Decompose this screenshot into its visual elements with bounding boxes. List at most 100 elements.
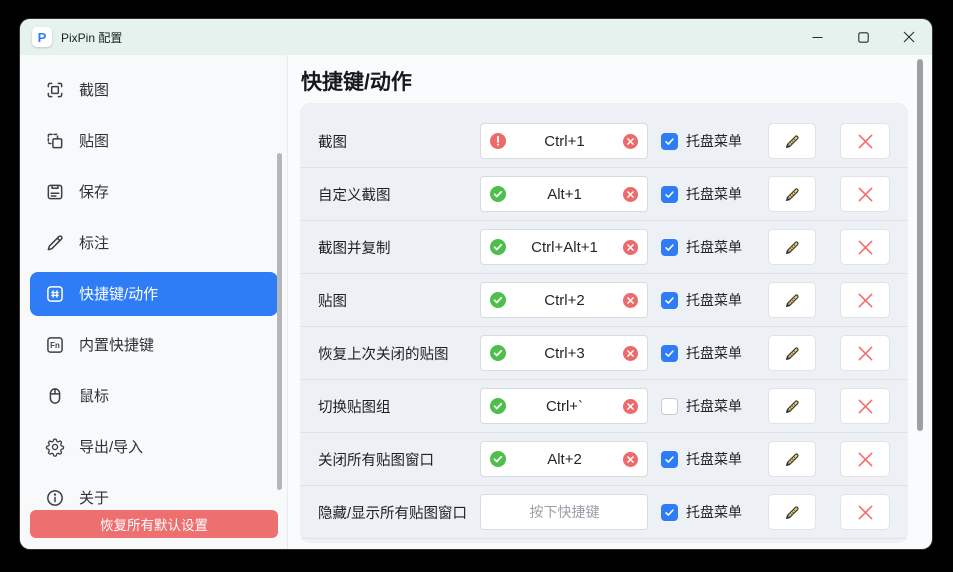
pencil-icon	[784, 292, 801, 309]
window-title: PixPin 配置	[61, 29, 122, 46]
edit-hotkey-button[interactable]	[768, 335, 816, 371]
titlebar: P PixPin 配置	[20, 19, 932, 55]
tray-menu-checkbox[interactable]	[661, 133, 678, 150]
content-scrollbar[interactable]	[917, 59, 923, 431]
hotkey-input[interactable]: Alt+1	[480, 176, 648, 212]
tray-menu-checkbox[interactable]	[661, 504, 678, 521]
hotkey-input[interactable]: Ctrl+2	[480, 282, 648, 318]
annotate-icon	[45, 233, 65, 253]
tray-menu-checkbox[interactable]	[661, 451, 678, 468]
hotkey-action-label: 贴图	[318, 290, 480, 311]
pixpin-logo-icon: P	[32, 27, 52, 47]
delete-x-icon	[857, 398, 874, 415]
sidebar-item[interactable]: 保存	[20, 166, 287, 217]
hotkey-row: 恢复上次关闭的贴图 Ctrl+3 托盘菜单	[300, 327, 908, 380]
sidebar: 截图 贴图 保存 标注 快捷键/动作 Fn 内置快捷键 鼠标 导出/导入 关于 …	[20, 55, 287, 549]
hotkey-value: 按下快捷键	[506, 502, 623, 522]
hotkey-input[interactable]: Alt+2	[480, 441, 648, 477]
hotkey-row: 隐藏/显示所有贴图窗口 按下快捷键 托盘菜单	[300, 486, 908, 539]
clear-hotkey-icon[interactable]	[623, 452, 638, 467]
tray-menu-checkbox[interactable]	[661, 239, 678, 256]
delete-hotkey-button[interactable]	[840, 282, 890, 318]
sidebar-nav: 截图 贴图 保存 标注 快捷键/动作 Fn 内置快捷键 鼠标 导出/导入 关于	[20, 64, 287, 523]
reset-defaults-button[interactable]: 恢复所有默认设置	[30, 510, 278, 538]
delete-hotkey-button[interactable]	[840, 229, 890, 265]
delete-x-icon	[857, 451, 874, 468]
sidebar-item-label: 快捷键/动作	[79, 283, 158, 304]
screenshot-icon	[45, 80, 65, 100]
sidebar-item[interactable]: 标注	[20, 217, 287, 268]
pencil-icon	[784, 133, 801, 150]
hotkey-input[interactable]: Ctrl+1	[480, 123, 648, 159]
builtin-hotkeys-icon: Fn	[45, 335, 65, 355]
minimize-button[interactable]	[794, 19, 840, 55]
status-ok-icon	[490, 292, 506, 308]
status-ok-icon	[490, 186, 506, 202]
delete-hotkey-button[interactable]	[840, 176, 890, 212]
edit-hotkey-button[interactable]	[768, 123, 816, 159]
tray-menu-checkbox[interactable]	[661, 345, 678, 362]
sidebar-item-label: 标注	[79, 232, 109, 253]
delete-x-icon	[857, 504, 874, 521]
sidebar-item[interactable]: 贴图	[20, 115, 287, 166]
hotkey-input[interactable]: Ctrl+3	[480, 335, 648, 371]
hotkey-action-label: 截图并复制	[318, 237, 480, 258]
edit-hotkey-button[interactable]	[768, 229, 816, 265]
delete-x-icon	[857, 292, 874, 309]
svg-text:Fn: Fn	[50, 341, 60, 350]
hotkey-value: Ctrl+`	[506, 398, 623, 415]
hotkey-action-label: 恢复上次关闭的贴图	[318, 343, 480, 364]
sidebar-item[interactable]: 鼠标	[20, 370, 287, 421]
pencil-icon	[784, 345, 801, 362]
edit-hotkey-button[interactable]	[768, 176, 816, 212]
edit-hotkey-button[interactable]	[768, 282, 816, 318]
clear-hotkey-icon[interactable]	[623, 399, 638, 414]
maximize-button[interactable]	[840, 19, 886, 55]
delete-hotkey-button[interactable]	[840, 441, 890, 477]
clear-hotkey-icon[interactable]	[623, 240, 638, 255]
edit-hotkey-button[interactable]	[768, 388, 816, 424]
close-button[interactable]	[886, 19, 932, 55]
tray-menu-checkbox[interactable]	[661, 186, 678, 203]
hotkey-actions-icon	[45, 284, 65, 304]
mouse-icon	[45, 386, 65, 406]
tray-menu-label: 托盘菜单	[686, 131, 742, 151]
delete-hotkey-button[interactable]	[840, 335, 890, 371]
edit-hotkey-button[interactable]	[768, 494, 816, 530]
hotkey-value: Ctrl+1	[506, 133, 623, 150]
edit-hotkey-button[interactable]	[768, 441, 816, 477]
sidebar-item[interactable]: 快捷键/动作	[30, 272, 278, 316]
pin-image-icon	[45, 131, 65, 151]
delete-x-icon	[857, 133, 874, 150]
hotkeys-panel: 截图 Ctrl+1 托盘菜单 自定义截图 Alt+1 托盘菜单 截图并复制 Ct…	[300, 103, 908, 543]
tray-menu-checkbox[interactable]	[661, 398, 678, 415]
hotkey-value: Alt+2	[506, 451, 623, 468]
delete-x-icon	[857, 186, 874, 203]
hotkey-input[interactable]: Ctrl+`	[480, 388, 648, 424]
tray-menu-checkbox[interactable]	[661, 292, 678, 309]
pencil-icon	[784, 239, 801, 256]
tray-menu-label: 托盘菜单	[686, 502, 742, 522]
clear-hotkey-icon[interactable]	[623, 134, 638, 149]
tray-menu-label: 托盘菜单	[686, 396, 742, 416]
hotkey-value: Alt+1	[506, 186, 623, 203]
hotkey-row: 切换贴图组 Ctrl+` 托盘菜单	[300, 380, 908, 433]
sidebar-item[interactable]: Fn 内置快捷键	[20, 319, 287, 370]
tray-menu-label: 托盘菜单	[686, 237, 742, 257]
pixpin-config-window: P PixPin 配置 截图 贴图 保存 标注 快捷键/动作 Fn	[20, 19, 932, 549]
hotkey-input[interactable]: Ctrl+Alt+1	[480, 229, 648, 265]
clear-hotkey-icon[interactable]	[623, 346, 638, 361]
sidebar-scrollbar[interactable]	[277, 153, 282, 490]
delete-hotkey-button[interactable]	[840, 388, 890, 424]
sidebar-item[interactable]: 截图	[20, 64, 287, 115]
sidebar-item[interactable]: 导出/导入	[20, 421, 287, 472]
main-content: 快捷键/动作 截图 Ctrl+1 托盘菜单 自定义截图 Alt+1 托盘菜单 截…	[288, 55, 932, 549]
maximize-icon	[858, 32, 869, 43]
hotkey-input[interactable]: 按下快捷键	[480, 494, 648, 530]
clear-hotkey-icon[interactable]	[623, 293, 638, 308]
delete-hotkey-button[interactable]	[840, 494, 890, 530]
pencil-icon	[784, 504, 801, 521]
clear-hotkey-icon[interactable]	[623, 187, 638, 202]
delete-hotkey-button[interactable]	[840, 123, 890, 159]
pencil-icon	[784, 451, 801, 468]
